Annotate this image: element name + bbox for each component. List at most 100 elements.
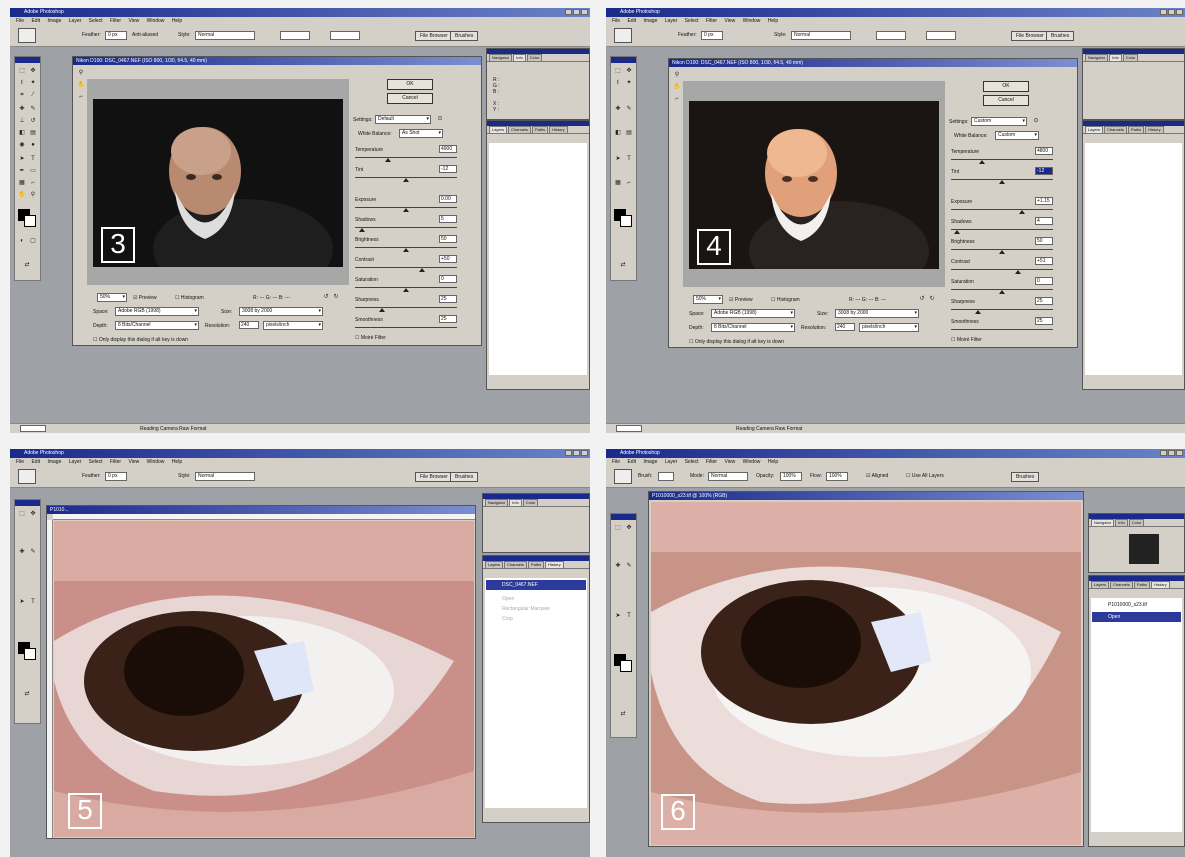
menu-filter[interactable]: Filter: [110, 18, 121, 24]
brush-tool-icon[interactable]: ✎: [624, 562, 634, 571]
settings-menu-icon[interactable]: ⊙: [1031, 117, 1041, 126]
tab-navigator[interactable]: Navigator: [1085, 54, 1109, 61]
menu-select[interactable]: Select: [89, 18, 103, 24]
menu-filter[interactable]: Filter: [110, 459, 121, 465]
sharpness-input[interactable]: 25: [439, 295, 457, 303]
menu-help[interactable]: Help: [768, 459, 778, 465]
preview-checkbox[interactable]: ☑ Preview: [133, 295, 157, 301]
eyedropper-icon[interactable]: ⌐: [672, 95, 682, 104]
type-tool-icon[interactable]: T: [624, 612, 634, 621]
history-list[interactable]: P1010000_s23.tif Open: [1091, 598, 1182, 832]
moire-filter-checkbox[interactable]: ☐ Moiré Filter: [355, 335, 386, 341]
menu-edit[interactable]: Edit: [31, 459, 40, 465]
menubar[interactable]: File Edit Image Layer Select Filter View…: [10, 458, 590, 466]
smoothness-slider[interactable]: [951, 329, 1053, 330]
menu-layer[interactable]: Layer: [69, 18, 82, 24]
type-tool-icon[interactable]: T: [28, 155, 38, 164]
shape-tool-icon[interactable]: ▭: [28, 167, 38, 176]
contrast-thumb[interactable]: [1015, 270, 1021, 274]
tab-paths[interactable]: Paths: [531, 126, 549, 133]
menu-window[interactable]: Window: [743, 18, 761, 24]
type-tool-icon[interactable]: T: [28, 598, 38, 607]
hand-tool-icon[interactable]: ✋: [76, 81, 86, 90]
tab-channels[interactable]: Channels: [1104, 126, 1127, 133]
resolution-input[interactable]: 240: [835, 323, 855, 331]
marquee-tool-icon[interactable]: ⬚: [613, 67, 623, 76]
contrast-slider[interactable]: [951, 269, 1053, 270]
sharpness-slider[interactable]: [355, 307, 457, 308]
menu-layer[interactable]: Layer: [665, 459, 678, 465]
exposure-thumb[interactable]: [403, 208, 409, 212]
cancel-button[interactable]: Cancel: [983, 95, 1029, 106]
brightness-input[interactable]: 50: [439, 235, 457, 243]
jump-to-imageready-icon[interactable]: ⇄: [22, 261, 32, 270]
tab-layers[interactable]: Layers: [1091, 581, 1110, 588]
heal-tool-icon[interactable]: ✚: [613, 562, 623, 571]
sharpness-thumb[interactable]: [379, 308, 385, 312]
settings-menu-icon[interactable]: ⊙: [435, 115, 445, 124]
settings-select[interactable]: Custom: [971, 117, 1027, 126]
brightness-thumb[interactable]: [999, 250, 1005, 254]
brightness-input[interactable]: 50: [1035, 237, 1053, 245]
antialias-label[interactable]: Anti-aliased: [132, 32, 158, 38]
tab-navigator[interactable]: Navigator: [485, 499, 509, 506]
zoom-tool-icon[interactable]: ⚲: [76, 69, 86, 78]
feather-input[interactable]: 0 px: [105, 31, 127, 40]
brightness-thumb[interactable]: [403, 248, 409, 252]
feather-input[interactable]: 0 px: [701, 31, 723, 40]
size-select[interactable]: 3008 by 2000: [835, 309, 919, 318]
shadows-input[interactable]: 5: [439, 215, 457, 223]
rotate-left-icon[interactable]: ↺: [321, 293, 331, 302]
gradient-tool-icon[interactable]: ▤: [28, 129, 38, 138]
zoom-field[interactable]: [20, 425, 46, 432]
background-color-swatch[interactable]: [620, 215, 632, 227]
mode-select[interactable]: Normal: [708, 472, 748, 481]
path-select-icon[interactable]: ➤: [613, 155, 623, 164]
history-brush-icon[interactable]: ↺: [28, 117, 38, 126]
exposure-thumb[interactable]: [1019, 210, 1025, 214]
menu-filter[interactable]: Filter: [706, 459, 717, 465]
heal-tool-icon[interactable]: ✚: [17, 548, 27, 557]
brushes-tab[interactable]: Brushes: [1046, 31, 1075, 41]
white-balance-select[interactable]: Custom: [995, 131, 1039, 140]
shadows-slider[interactable]: [951, 229, 1053, 230]
move-tool-icon[interactable]: ✥: [624, 524, 634, 533]
menu-edit[interactable]: Edit: [31, 18, 40, 24]
zoom-select[interactable]: 50%: [693, 295, 723, 304]
menu-file[interactable]: File: [612, 18, 620, 24]
tab-layers[interactable]: Layers: [489, 126, 508, 133]
brushes-tab[interactable]: Brushes: [450, 31, 479, 41]
eyedropper-icon[interactable]: ⌐: [624, 179, 634, 188]
marquee-tool-icon[interactable]: ⬚: [17, 67, 27, 76]
slice-tool-icon[interactable]: ⁄: [28, 91, 38, 100]
resolution-input[interactable]: 240: [239, 321, 259, 329]
menu-layer[interactable]: Layer: [665, 18, 678, 24]
image-preview[interactable]: 3: [87, 79, 349, 285]
sharpness-slider[interactable]: [951, 309, 1053, 310]
only-display-checkbox[interactable]: ☐ Only display this dialog if alt key is…: [689, 339, 784, 345]
exposure-slider[interactable]: [951, 209, 1053, 210]
saturation-thumb[interactable]: [403, 288, 409, 292]
settings-select[interactable]: Default: [375, 115, 431, 124]
notes-tool-icon[interactable]: ▦: [17, 179, 27, 188]
exposure-input[interactable]: 0.00: [439, 195, 457, 203]
tab-info[interactable]: Info: [513, 54, 526, 61]
tab-history[interactable]: History: [1151, 581, 1170, 588]
move-tool-icon[interactable]: ✥: [28, 67, 38, 76]
heal-tool-icon[interactable]: ✚: [613, 105, 623, 114]
only-display-checkbox[interactable]: ☐ Only display this dialog if alt key is…: [93, 337, 188, 343]
opacity-input[interactable]: 100%: [780, 472, 802, 481]
tab-color[interactable]: Color: [526, 54, 543, 61]
history-snapshot[interactable]: P1010000_s23.tif: [1092, 600, 1181, 610]
layers-list[interactable]: [1085, 143, 1182, 375]
depth-select[interactable]: 8 Bits/Channel: [115, 321, 199, 330]
hand-tool-icon[interactable]: ✋: [17, 191, 27, 200]
saturation-thumb[interactable]: [999, 290, 1005, 294]
style-select[interactable]: Normal: [195, 31, 255, 40]
marquee-tool-icon[interactable]: [614, 28, 632, 43]
width-input[interactable]: [280, 31, 310, 40]
width-input[interactable]: [876, 31, 906, 40]
eye-closeup-photo[interactable]: 5: [54, 521, 474, 837]
jump-to-imageready-icon[interactable]: ⇄: [618, 261, 628, 270]
shadows-slider[interactable]: [355, 227, 457, 228]
